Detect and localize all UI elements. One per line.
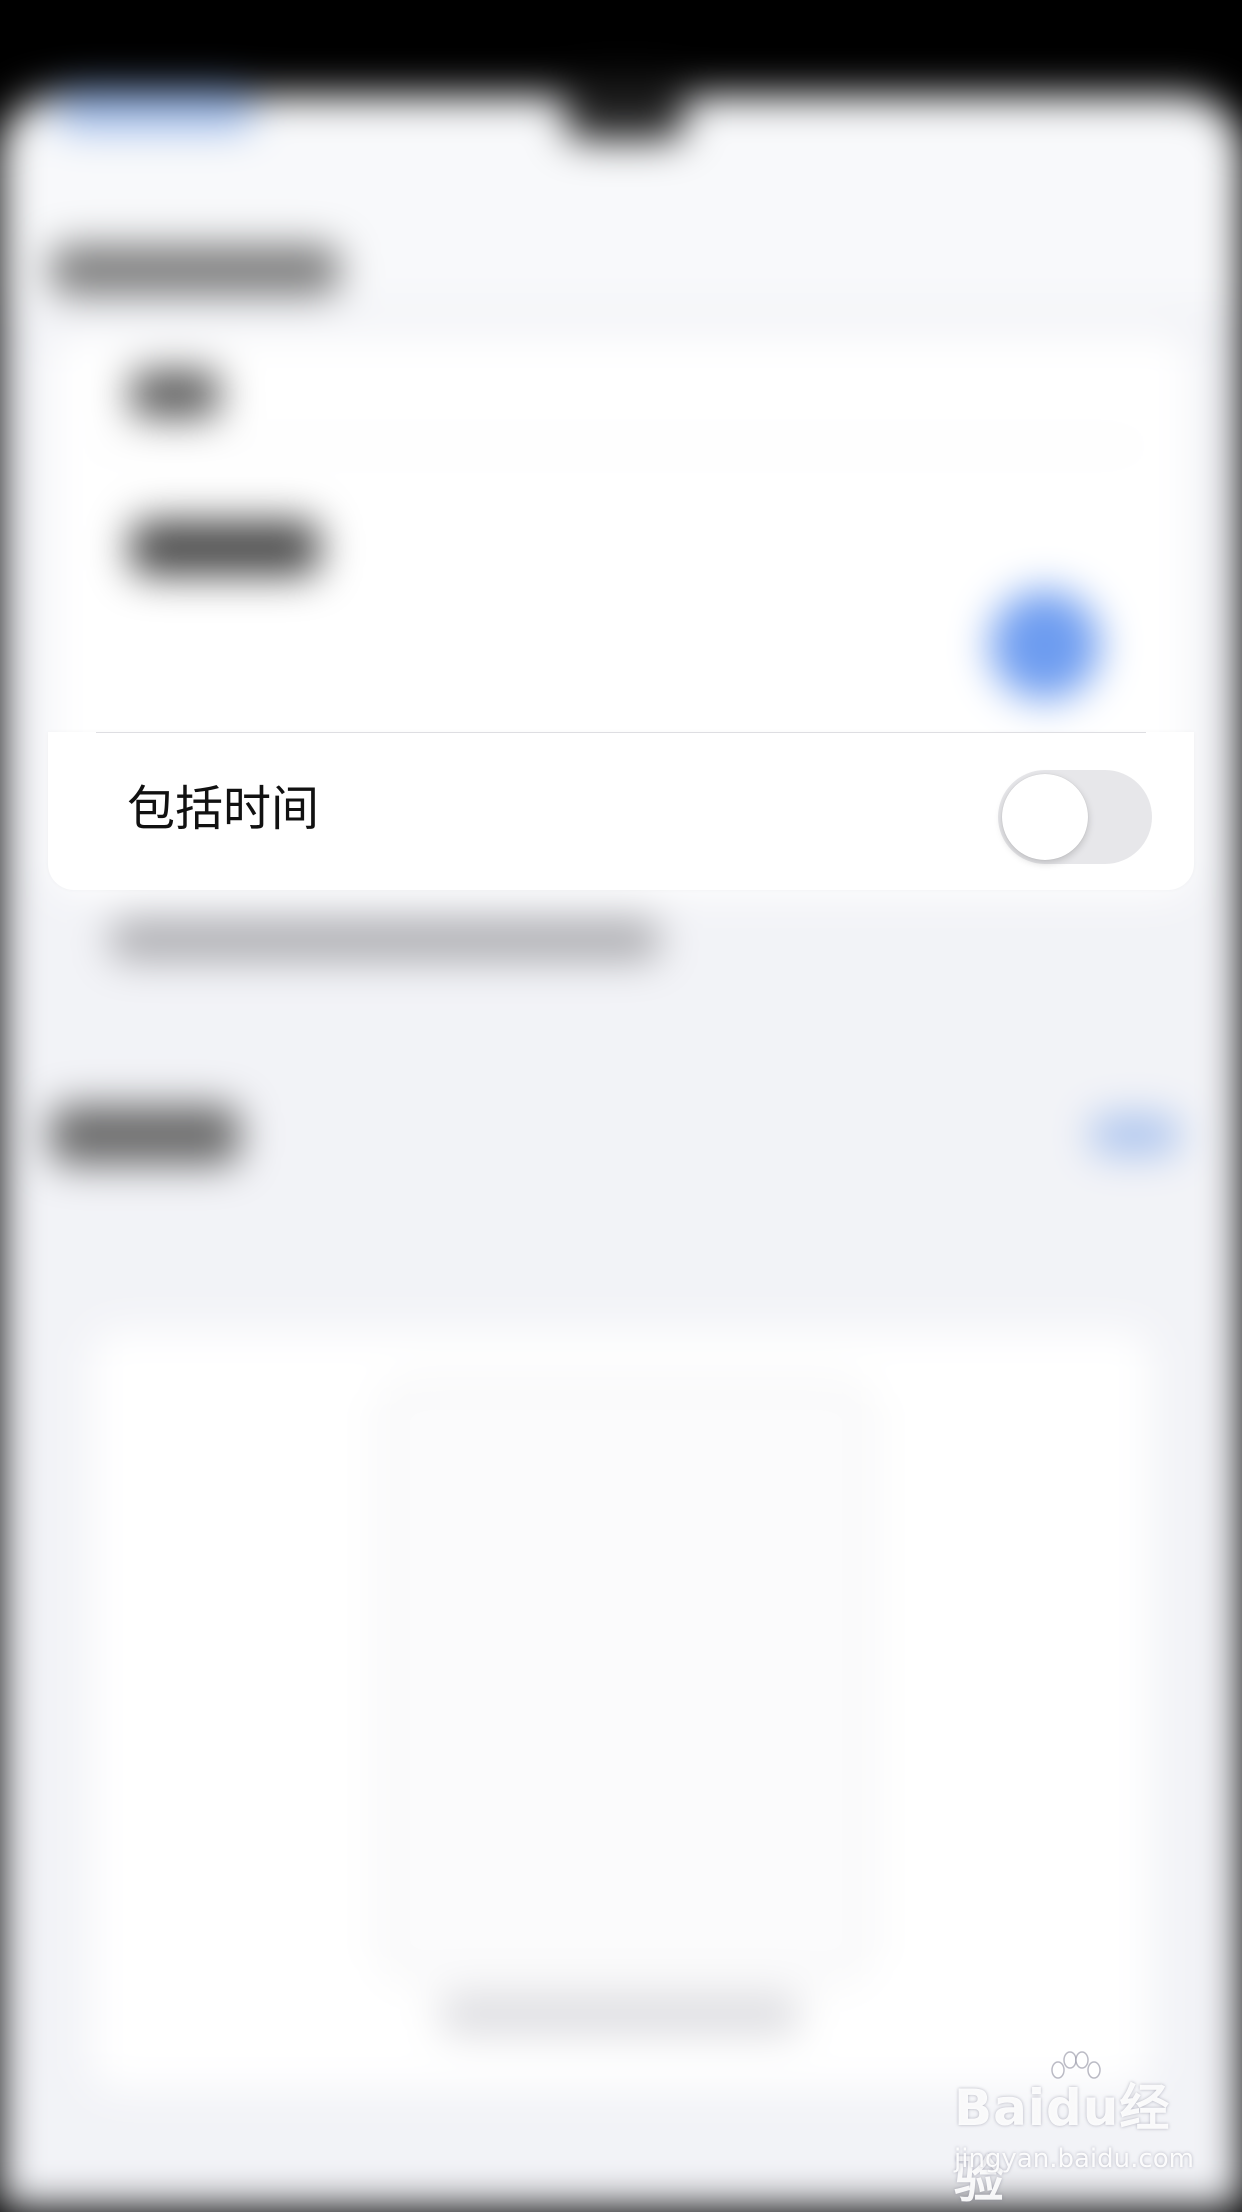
- toggle-knob: [1002, 774, 1088, 860]
- paw-icon: [1051, 2051, 1101, 2079]
- footnote-blurred: [110, 920, 660, 960]
- include-time-toggle[interactable]: [998, 770, 1152, 864]
- section-title-blurred: [50, 245, 340, 295]
- baidu-watermark: Baidu经验 jingyan.baidu.com: [950, 2051, 1220, 2209]
- preview-caption-blurred: [440, 1995, 800, 2035]
- toggle-on-blurred: [990, 590, 1100, 700]
- row-label-blurred: [130, 520, 320, 576]
- include-time-label: 包括时间: [127, 781, 320, 837]
- back-button-blurred: [55, 90, 255, 130]
- phone-preview-blurred: [380, 1380, 872, 1982]
- page-title-blurred: [565, 80, 685, 140]
- watermark-url: jingyan.baidu.com: [954, 2144, 1194, 2174]
- status-bar: [0, 0, 1242, 90]
- section-title-blurred: [50, 1105, 240, 1165]
- row-divider: [96, 732, 1146, 733]
- row-divider-blurred: [90, 445, 1140, 447]
- row-label-blurred: [130, 370, 220, 418]
- edit-link-blurred: [1090, 1115, 1180, 1155]
- blurred-background: [0, 0, 1242, 2208]
